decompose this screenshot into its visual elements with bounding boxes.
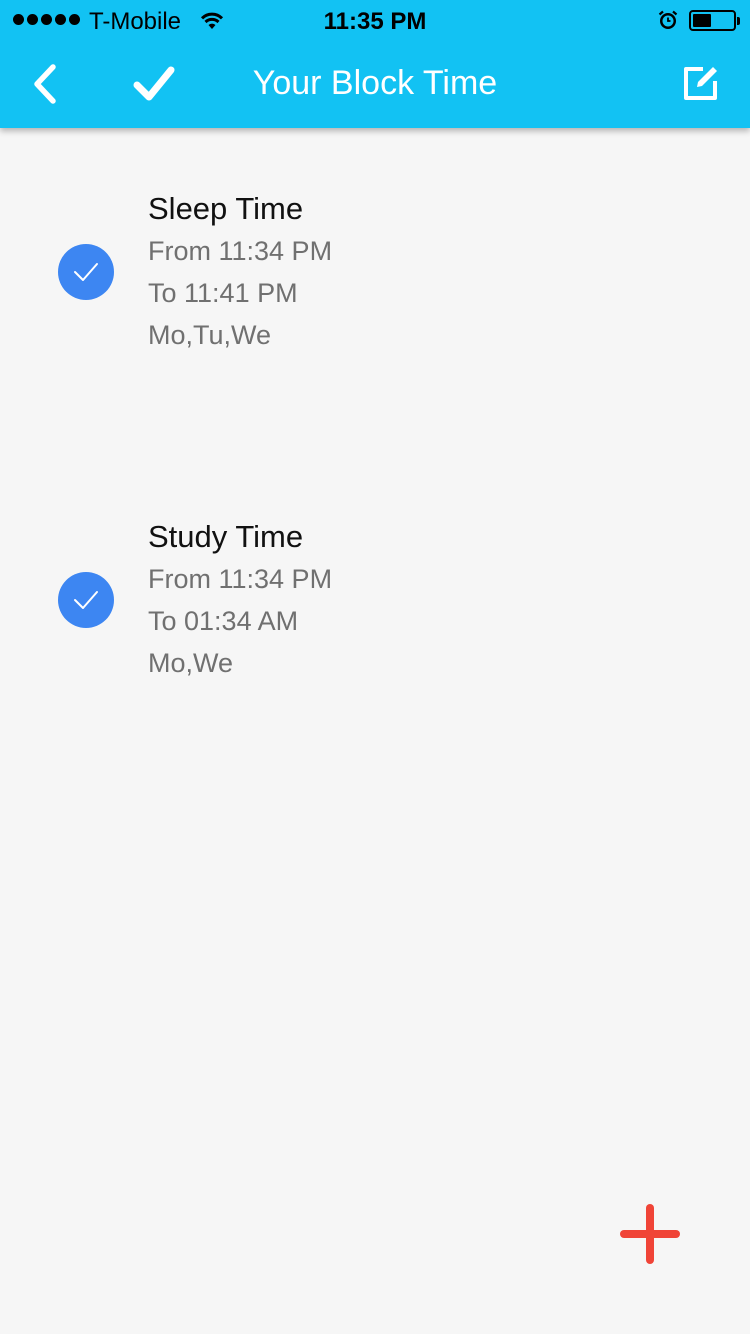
add-block-time-button[interactable] (618, 1202, 682, 1266)
battery-icon (689, 10, 740, 31)
block-time-details: Study Time From 11:34 PM To 01:34 AM Mo,… (148, 516, 332, 684)
block-time-title: Sleep Time (148, 191, 304, 226)
alarm-icon (657, 9, 679, 38)
status-time: 11:35 PM (323, 8, 427, 35)
screen: T-Mobile 11:35 PM Your Block Time Sleep … (0, 0, 750, 1334)
block-time-to: To 11:41 PM (148, 278, 298, 308)
edit-button[interactable] (676, 58, 726, 108)
block-time-to: To 01:34 AM (148, 606, 299, 636)
block-time-item[interactable]: Study Time From 11:34 PM To 01:34 AM Mo,… (0, 514, 750, 714)
top-bar: T-Mobile 11:35 PM Your Block Time (0, 0, 750, 128)
block-time-days: Mo,We (148, 648, 234, 678)
status-bar: T-Mobile 11:35 PM (0, 0, 750, 40)
block-time-from: From 11:34 PM (148, 236, 333, 266)
page-title: Your Block Time (252, 64, 498, 102)
block-time-title: Study Time (148, 519, 304, 554)
checkmark-icon (74, 591, 98, 609)
block-time-from: From 11:34 PM (148, 564, 333, 594)
navigation-bar: Your Block Time (0, 40, 750, 128)
edit-icon (684, 67, 717, 100)
enabled-checkbox[interactable] (58, 244, 114, 300)
block-time-days: Mo,Tu,We (148, 320, 272, 350)
block-time-item[interactable]: Sleep Time From 11:34 PM To 11:41 PM Mo,… (0, 186, 750, 386)
checkmark-icon (74, 263, 98, 281)
block-time-details: Sleep Time From 11:34 PM To 11:41 PM Mo,… (148, 188, 332, 356)
enabled-checkbox[interactable] (58, 572, 114, 628)
